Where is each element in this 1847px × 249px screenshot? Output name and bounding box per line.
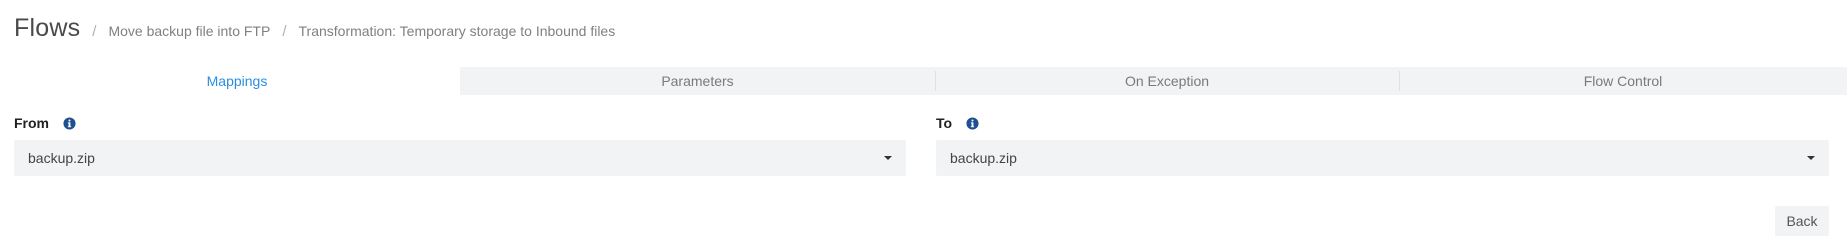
breadcrumb: Flows / Move backup file into FTP / Tran… xyxy=(14,14,615,43)
tab-divider xyxy=(1399,71,1400,91)
tab-parameters-label: Parameters xyxy=(661,73,734,89)
chevron-down-icon xyxy=(884,156,892,160)
breadcrumb-root-flows[interactable]: Flows xyxy=(14,14,80,43)
tab-flow-control-label: Flow Control xyxy=(1583,73,1663,89)
tab-on-exception[interactable]: On Exception xyxy=(935,67,1399,95)
from-select[interactable]: backup.zip xyxy=(14,140,906,176)
flow-transformation-page: Flows / Move backup file into FTP / Tran… xyxy=(0,0,1847,249)
from-select-value: backup.zip xyxy=(28,150,95,166)
breadcrumb-separator: / xyxy=(282,23,287,40)
to-label: To xyxy=(936,115,953,131)
breadcrumb-separator: / xyxy=(92,23,97,40)
breadcrumb-item-flow[interactable]: Move backup file into FTP xyxy=(108,23,270,39)
to-select-value: backup.zip xyxy=(950,150,1017,166)
tab-divider xyxy=(935,71,936,91)
to-field-label-group: To xyxy=(936,115,979,131)
tab-on-exception-label: On Exception xyxy=(1124,73,1210,89)
tab-flow-control[interactable]: Flow Control xyxy=(1399,67,1847,95)
from-field-label-group: From xyxy=(14,115,76,131)
tab-parameters[interactable]: Parameters xyxy=(460,67,935,95)
tab-mappings[interactable]: Mappings xyxy=(14,67,460,95)
breadcrumb-item-transformation: Transformation: Temporary storage to Inb… xyxy=(298,23,616,39)
info-circle-icon[interactable] xyxy=(63,116,76,130)
from-label: From xyxy=(14,115,49,131)
to-select[interactable]: backup.zip xyxy=(936,140,1829,176)
info-circle-icon[interactable] xyxy=(966,116,979,130)
chevron-down-icon xyxy=(1807,156,1815,160)
back-button[interactable]: Back xyxy=(1775,206,1829,236)
tab-bar: Mappings Parameters On Exception Flow Co… xyxy=(14,67,1847,95)
